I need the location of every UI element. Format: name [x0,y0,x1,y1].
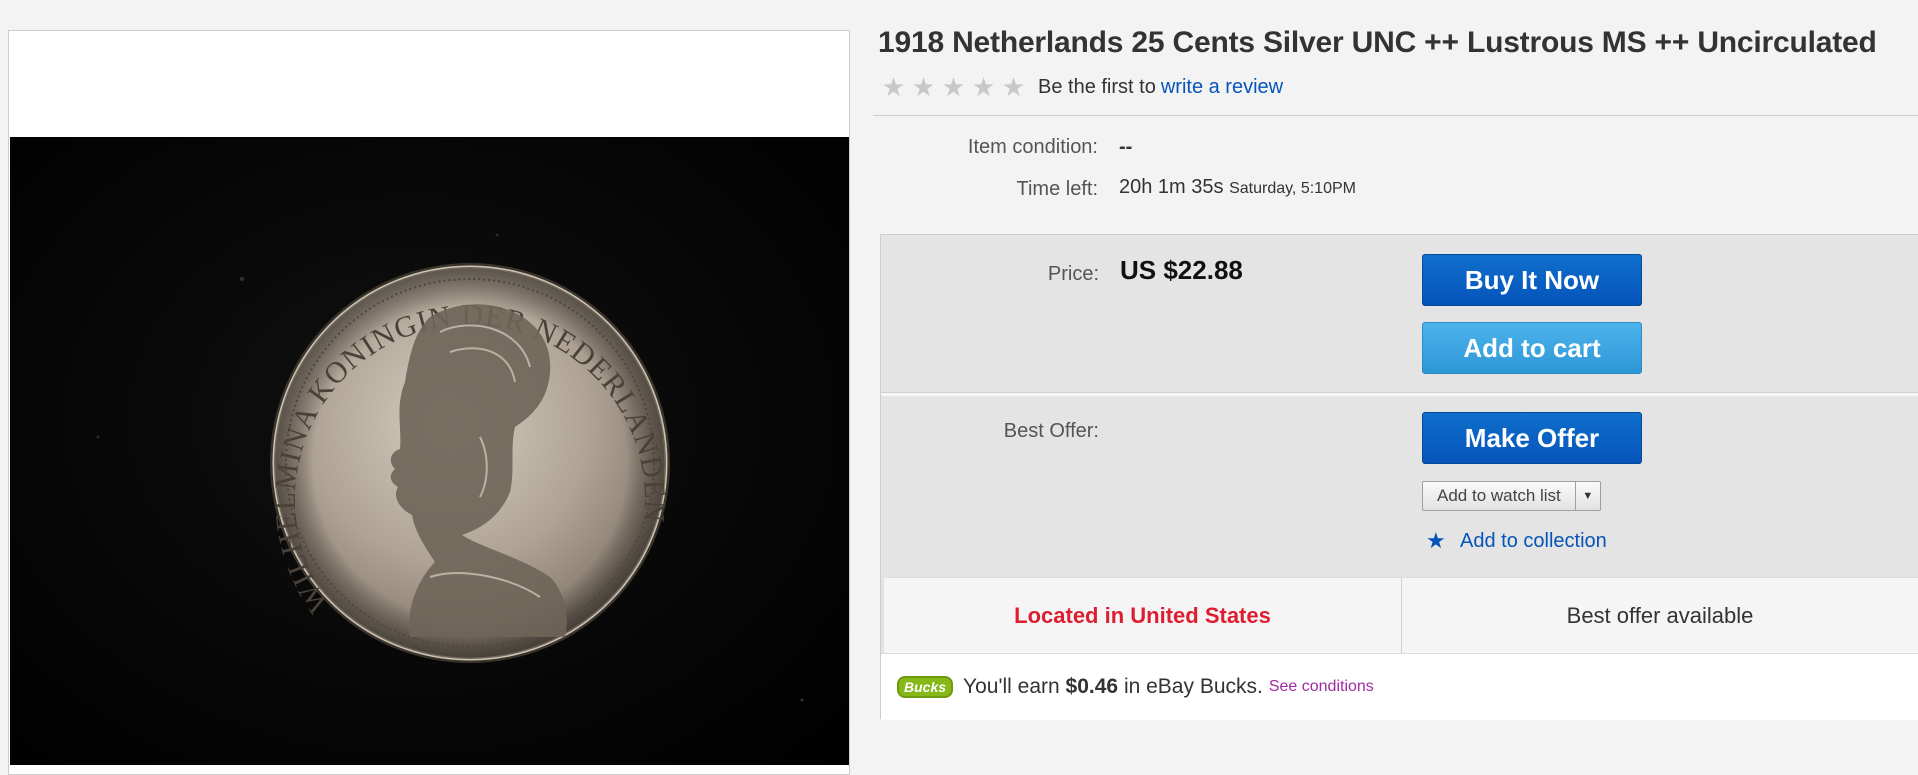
location-text: Located in United States [1014,603,1271,628]
watch-list-button[interactable]: Add to watch list ▼ [1422,481,1601,511]
thumbnail-strip [10,768,849,774]
see-conditions-link[interactable]: See conditions [1269,678,1374,696]
purchase-box: Price: US $22.88 Buy It Now Add to cart … [880,234,1918,720]
rating-stars[interactable]: ★ ★ ★ ★ ★ [879,74,1028,100]
ebay-bucks-row: Bucks You'll earn $0.46 in eBay Bucks. S… [881,653,1918,720]
add-to-collection[interactable]: ★ Add to collection [1426,528,1607,554]
star-icon: ★ [941,72,966,102]
star-icon: ★ [1001,72,1026,102]
rating-row: ★ ★ ★ ★ ★ Be the first to write a review [879,74,1283,100]
section-divider [881,392,1918,396]
title-divider [873,115,1918,116]
condition-value: -- [1119,136,1133,158]
make-offer-button[interactable]: Make Offer [1422,412,1642,464]
coin-image: WILHELMINA KONINGIN DER NEDERLANDEN [96,233,804,702]
add-to-collection-link[interactable]: Add to collection [1460,530,1607,553]
item-title: 1918 Netherlands 25 Cents Silver UNC ++ … [878,26,1877,59]
star-icon: ★ [881,72,906,102]
write-review-link[interactable]: write a review [1161,76,1283,99]
condition-label: Item condition: [967,136,1098,158]
time-left-end: Saturday, 5:10PM [1229,180,1356,197]
watch-list-label[interactable]: Add to watch list [1423,482,1576,510]
star-icon: ★ [971,72,996,102]
product-photo[interactable]: WILHELMINA KONINGIN DER NEDERLANDEN [10,137,849,765]
price-label: Price: [1047,263,1099,285]
add-to-cart-button[interactable]: Add to cart [1422,322,1642,374]
buy-it-now-button[interactable]: Buy It Now [1422,254,1642,306]
best-offer-label: Best Offer: [1003,420,1099,442]
best-offer-cell: Best offer available [1402,578,1918,654]
time-left-countdown: 20h 1m 35s [1119,176,1224,198]
product-image-panel: WILHELMINA KONINGIN DER NEDERLANDEN [8,30,850,775]
bucks-earn-prefix: You'll earn [963,675,1060,698]
star-icon: ★ [1426,528,1446,553]
bucks-amount: $0.46 [1065,675,1119,698]
chevron-down-icon[interactable]: ▼ [1576,482,1600,510]
bucks-text: You'll earn $0.46 in eBay Bucks. [963,675,1263,699]
best-offer-available-text: Best offer available [1566,603,1754,628]
bucks-icon: Bucks [897,676,954,698]
star-icon: ★ [911,72,936,102]
bucks-earn-suffix: in eBay Bucks. [1123,675,1263,698]
info-row: Located in United States Best offer avai… [884,577,1918,654]
location-cell: Located in United States [884,578,1402,654]
time-left-label: Time left: [1016,178,1099,200]
review-prompt: Be the first to [1038,75,1156,98]
time-left-value: 20h 1m 35s Saturday, 5:10PM [1119,176,1356,199]
price-value: US $22.88 [1120,255,1243,285]
